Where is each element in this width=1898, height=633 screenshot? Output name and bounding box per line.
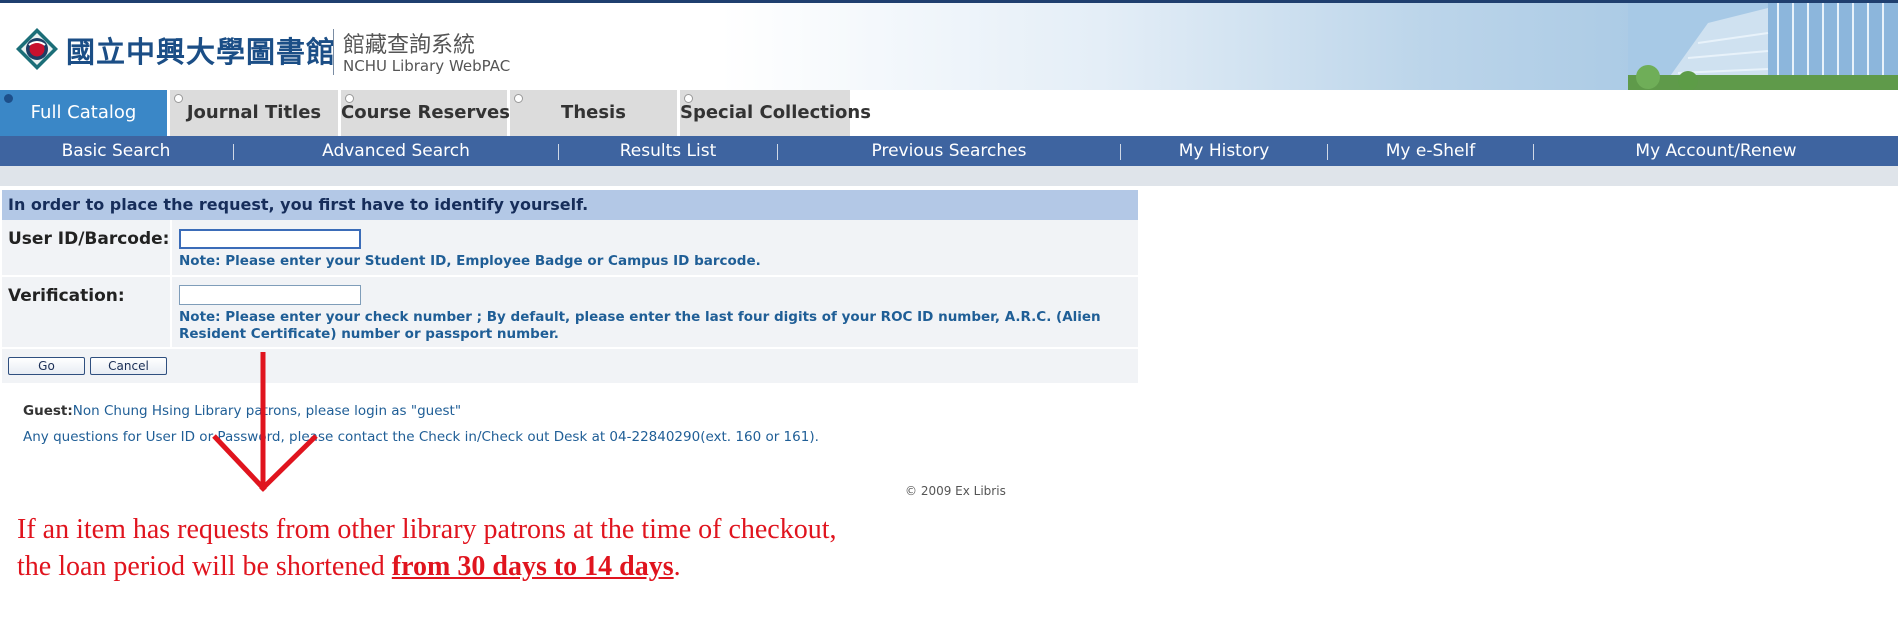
tab-marker-icon bbox=[514, 94, 523, 103]
nav-previous-searches[interactable]: Previous Searches bbox=[778, 136, 1120, 166]
nav-my-history[interactable]: My History bbox=[1121, 136, 1327, 166]
tab-special-collections[interactable]: Special Collections bbox=[680, 90, 871, 136]
nav-advanced-search[interactable]: Advanced Search bbox=[234, 136, 558, 166]
annotation-line-2: the loan period will be shortened from 3… bbox=[17, 551, 681, 583]
tab-marker-icon bbox=[684, 94, 693, 103]
identify-form: In order to place the request, you first… bbox=[2, 190, 1138, 385]
tab-marker-icon bbox=[174, 94, 183, 103]
user-id-note: Note: Please enter your Student ID, Empl… bbox=[179, 253, 761, 269]
guest-label: Guest: bbox=[23, 403, 73, 419]
annotation-line-1: If an item has requests from other libra… bbox=[17, 514, 837, 545]
tab-marker-icon bbox=[4, 94, 13, 103]
tab-label: Journal Titles bbox=[186, 102, 322, 123]
go-button[interactable]: Go bbox=[8, 357, 85, 375]
copyright: © 2009 Ex Libris bbox=[905, 484, 1006, 498]
tab-marker-icon bbox=[345, 94, 354, 103]
tab-label: Full Catalog bbox=[30, 102, 137, 123]
annotation-emphasis: from 30 days to 14 days bbox=[391, 551, 674, 582]
tab-course-reserves[interactable]: Course Reserves bbox=[341, 90, 510, 136]
contact-info: Any questions for User ID or Password, p… bbox=[23, 429, 819, 445]
verification-label: Verification: bbox=[8, 286, 125, 306]
down-arrow-icon bbox=[212, 352, 318, 492]
header-blank-block bbox=[586, 3, 656, 90]
catalog-tabs: Full Catalog Journal Titles Course Reser… bbox=[0, 90, 1898, 136]
nav-my-eshelf[interactable]: My e-Shelf bbox=[1328, 136, 1533, 166]
form-heading: In order to place the request, you first… bbox=[2, 190, 1138, 220]
verification-input[interactable] bbox=[179, 285, 361, 305]
form-actions-row: Go Cancel bbox=[2, 349, 1138, 385]
annotation-line-2-prefix: the loan period will be shortened bbox=[17, 551, 392, 582]
sub-navigation: Basic Search Advanced Search Results Lis… bbox=[0, 136, 1898, 166]
nav-strip bbox=[0, 166, 1898, 186]
verification-row: Verification: Note: Please enter your ch… bbox=[2, 277, 1138, 349]
row-separator bbox=[170, 220, 172, 275]
nav-basic-search[interactable]: Basic Search bbox=[0, 136, 232, 166]
tab-label: Course Reserves bbox=[341, 102, 510, 123]
site-header: 國立中興大學圖書館 館藏查詢系統 NCHU Library WebPAC bbox=[0, 0, 1898, 90]
logo-divider bbox=[333, 29, 334, 75]
tab-label: Special Collections bbox=[680, 102, 871, 123]
library-name: 國立中興大學圖書館 bbox=[66, 35, 337, 69]
library-building-image bbox=[1628, 3, 1898, 90]
tab-journal-titles[interactable]: Journal Titles bbox=[170, 90, 338, 136]
user-id-input[interactable] bbox=[179, 229, 361, 249]
nav-results-list[interactable]: Results List bbox=[559, 136, 777, 166]
row-separator bbox=[170, 277, 172, 347]
tab-thesis[interactable]: Thesis bbox=[510, 90, 677, 136]
nchu-emblem-icon bbox=[16, 28, 58, 70]
nav-my-account-renew[interactable]: My Account/Renew bbox=[1534, 136, 1898, 166]
system-name-cn: 館藏查詢系統 bbox=[343, 33, 476, 58]
user-id-label: User ID/Barcode: bbox=[8, 229, 170, 249]
user-id-row: User ID/Barcode: Note: Please enter your… bbox=[2, 220, 1138, 277]
cancel-button[interactable]: Cancel bbox=[90, 357, 167, 375]
system-name-en: NCHU Library WebPAC bbox=[343, 57, 511, 75]
tab-label: Thesis bbox=[561, 102, 626, 123]
verification-note: Note: Please enter your check number ; B… bbox=[179, 309, 1101, 342]
tab-full-catalog[interactable]: Full Catalog bbox=[0, 90, 167, 136]
annotation-line-2-suffix: . bbox=[673, 551, 681, 582]
